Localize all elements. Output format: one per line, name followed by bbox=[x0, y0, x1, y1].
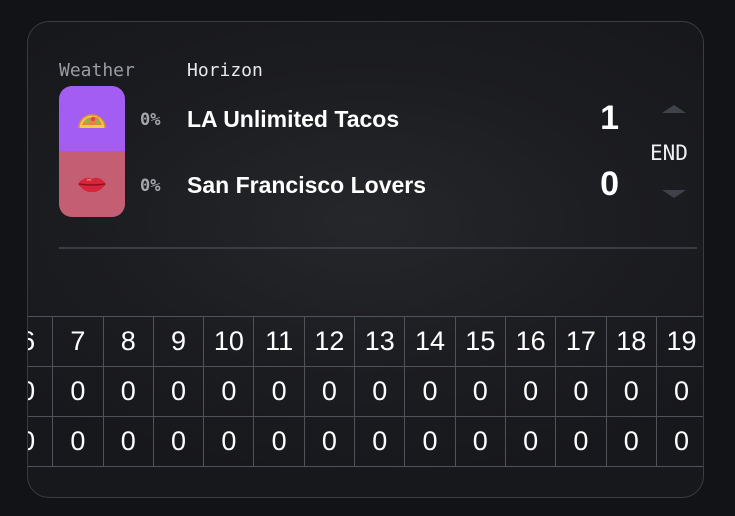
inning-header-cell: 10 bbox=[204, 317, 255, 367]
weather-label: Weather bbox=[59, 60, 135, 81]
team-2-inning-cell: 0 bbox=[28, 417, 54, 467]
team-1-inning-cell: 0 bbox=[606, 367, 657, 417]
team-1-inning-cell: 0 bbox=[103, 367, 154, 417]
team-1-inning-cell: 0 bbox=[505, 367, 557, 417]
team-2-inning-cell: 0 bbox=[204, 417, 255, 467]
team-color-badge bbox=[59, 86, 125, 217]
team-2-inning-cell: 0 bbox=[355, 417, 406, 467]
team-2-name[interactable]: San Francisco Lovers bbox=[187, 172, 426, 199]
team-1-score: 1 bbox=[600, 99, 619, 137]
team-1-inning-cell: 0 bbox=[153, 367, 205, 417]
weather-value: Horizon bbox=[187, 60, 263, 81]
team-1-percent: 0% bbox=[140, 110, 161, 130]
inning-header-cell: 8 bbox=[103, 317, 154, 367]
team-1-inning-cell: 0 bbox=[556, 367, 607, 417]
team-1-inning-cell: 0 bbox=[28, 367, 54, 417]
team-2-inning-cell: 0 bbox=[556, 417, 607, 467]
team-1-inning-cell: 0 bbox=[304, 367, 356, 417]
inning-header-cell: 17 bbox=[556, 317, 607, 367]
team-2-score: 0 bbox=[600, 165, 619, 203]
divider bbox=[59, 247, 697, 249]
inning-header-cell: 13 bbox=[355, 317, 406, 367]
team-2-percent: 0% bbox=[140, 176, 161, 196]
chevron-down-icon[interactable] bbox=[662, 190, 686, 198]
inning-header-cell: 16 bbox=[505, 317, 557, 367]
team-2-inning-cell: 0 bbox=[53, 417, 104, 467]
taco-icon bbox=[78, 113, 106, 128]
team-2-inning-cell: 0 bbox=[656, 417, 703, 467]
team-1-name[interactable]: LA Unlimited Tacos bbox=[187, 106, 399, 133]
team-2-inning-cell: 0 bbox=[505, 417, 557, 467]
inning-header-cell: 7 bbox=[53, 317, 104, 367]
inning-header-cell: 15 bbox=[455, 317, 506, 367]
team-1-inning-cell: 0 bbox=[254, 367, 305, 417]
chevron-up-icon[interactable] bbox=[662, 105, 686, 113]
team-1-inning-cell: 0 bbox=[405, 367, 456, 417]
inning-header-cell: 6 bbox=[28, 317, 54, 367]
team-2-badge bbox=[59, 151, 125, 217]
team-1-inning-cell: 0 bbox=[455, 367, 506, 417]
team-2-inning-cell: 0 bbox=[103, 417, 154, 467]
team-2-inning-cell: 0 bbox=[304, 417, 356, 467]
game-status: END bbox=[650, 141, 688, 165]
team-1-inning-cell: 0 bbox=[53, 367, 104, 417]
inning-header-cell: 19 bbox=[656, 317, 703, 367]
team-2-inning-cell: 0 bbox=[455, 417, 506, 467]
lips-icon bbox=[78, 177, 106, 193]
team-2-inning-cell: 0 bbox=[606, 417, 657, 467]
team-2-inning-cell: 0 bbox=[254, 417, 305, 467]
team-1-inning-cell: 0 bbox=[355, 367, 406, 417]
inning-header-cell: 14 bbox=[405, 317, 456, 367]
inning-header-cell: 11 bbox=[254, 317, 305, 367]
team-1-inning-cell: 0 bbox=[204, 367, 255, 417]
team-2-inning-cell: 0 bbox=[153, 417, 205, 467]
inning-header-cell: 12 bbox=[304, 317, 356, 367]
innings-table[interactable]: 6789101112131415161718190000000000000000… bbox=[28, 316, 703, 467]
game-card: Weather Horizon 0% LA Unlimited Tacos 1 … bbox=[27, 21, 704, 498]
team-1-inning-cell: 0 bbox=[656, 367, 703, 417]
inning-header-cell: 9 bbox=[153, 317, 205, 367]
team-2-inning-cell: 0 bbox=[405, 417, 456, 467]
inning-header-cell: 18 bbox=[606, 317, 657, 367]
team-1-badge bbox=[59, 86, 125, 151]
